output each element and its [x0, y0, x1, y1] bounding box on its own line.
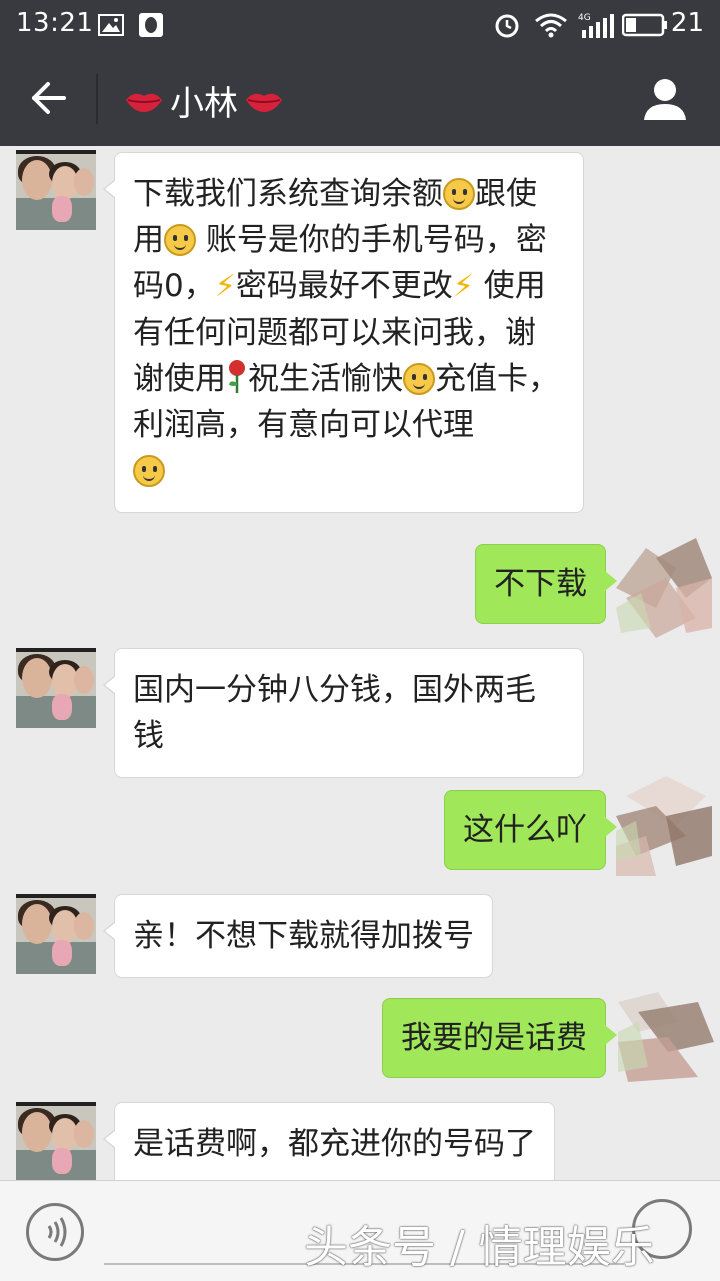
pixelated-avatar[interactable] [616, 538, 712, 638]
incoming-message-bubble[interactable]: 下载我们系统查询余额 跟使用 账号是你的手机号码，密码0，⚡密码最好不更改⚡ 使用… [103, 152, 584, 513]
pixelated-avatar[interactable] [618, 992, 714, 1092]
alarm-icon [495, 14, 519, 38]
signal-icon: 4G [578, 13, 614, 38]
status-bar: 13:21 4G 21 [0, 0, 720, 50]
chat-area[interactable]: 下载我们系统查询余额 跟使用 账号是你的手机号码，密码0，⚡密码最好不更改⚡ 使用… [0, 146, 720, 1180]
outgoing-message-bubble[interactable]: 不下载 [475, 544, 617, 624]
smile-emoji-icon [164, 224, 196, 256]
header-divider [96, 74, 98, 124]
outgoing-message-bubble[interactable]: 这什么吖 [444, 790, 617, 870]
avatar[interactable] [16, 894, 96, 974]
avatar[interactable] [16, 648, 96, 728]
outgoing-message-bubble[interactable]: 我要的是话费 [382, 998, 617, 1078]
battery-icon [622, 13, 667, 37]
smile-emoji-icon [133, 455, 165, 487]
pixelated-avatar[interactable] [616, 776, 712, 876]
profile-icon[interactable] [642, 76, 688, 122]
incoming-message-bubble[interactable]: 是话费啊，都充进你的号码了 [103, 1102, 555, 1180]
incoming-message-bubble[interactable]: 国内一分钟八分钱，国外两毛钱 [103, 648, 584, 778]
image-icon [98, 14, 124, 36]
voice-icon[interactable] [26, 1203, 84, 1261]
incoming-message-bubble[interactable]: 亲！不想下载就得加拨号 [103, 894, 493, 978]
wifi-icon [535, 13, 567, 38]
contact-name: 小林 [170, 84, 238, 124]
avatar[interactable] [16, 1102, 96, 1180]
chat-header: 小林 [0, 50, 720, 146]
lightning-emoji-icon: ⚡ [452, 269, 474, 304]
svg-text:4G: 4G [578, 13, 591, 23]
input-bar: 头条号 / 情理娱乐 [0, 1180, 720, 1281]
chat-title: 小林 [124, 76, 284, 125]
lightning-emoji-icon: ⚡ [214, 269, 236, 304]
watermark: 头条号 / 情理娱乐 [304, 1222, 655, 1273]
qq-icon [139, 13, 163, 37]
lips-icon [126, 93, 162, 112]
rose-emoji-icon [229, 360, 245, 393]
back-arrow-icon[interactable] [28, 78, 68, 118]
smile-emoji-icon [403, 363, 435, 395]
status-time: 13:21 [16, 8, 94, 38]
avatar[interactable] [16, 150, 96, 230]
battery-percent: 21 [670, 8, 704, 38]
lips-icon [246, 93, 282, 112]
smile-emoji-icon [443, 178, 475, 210]
